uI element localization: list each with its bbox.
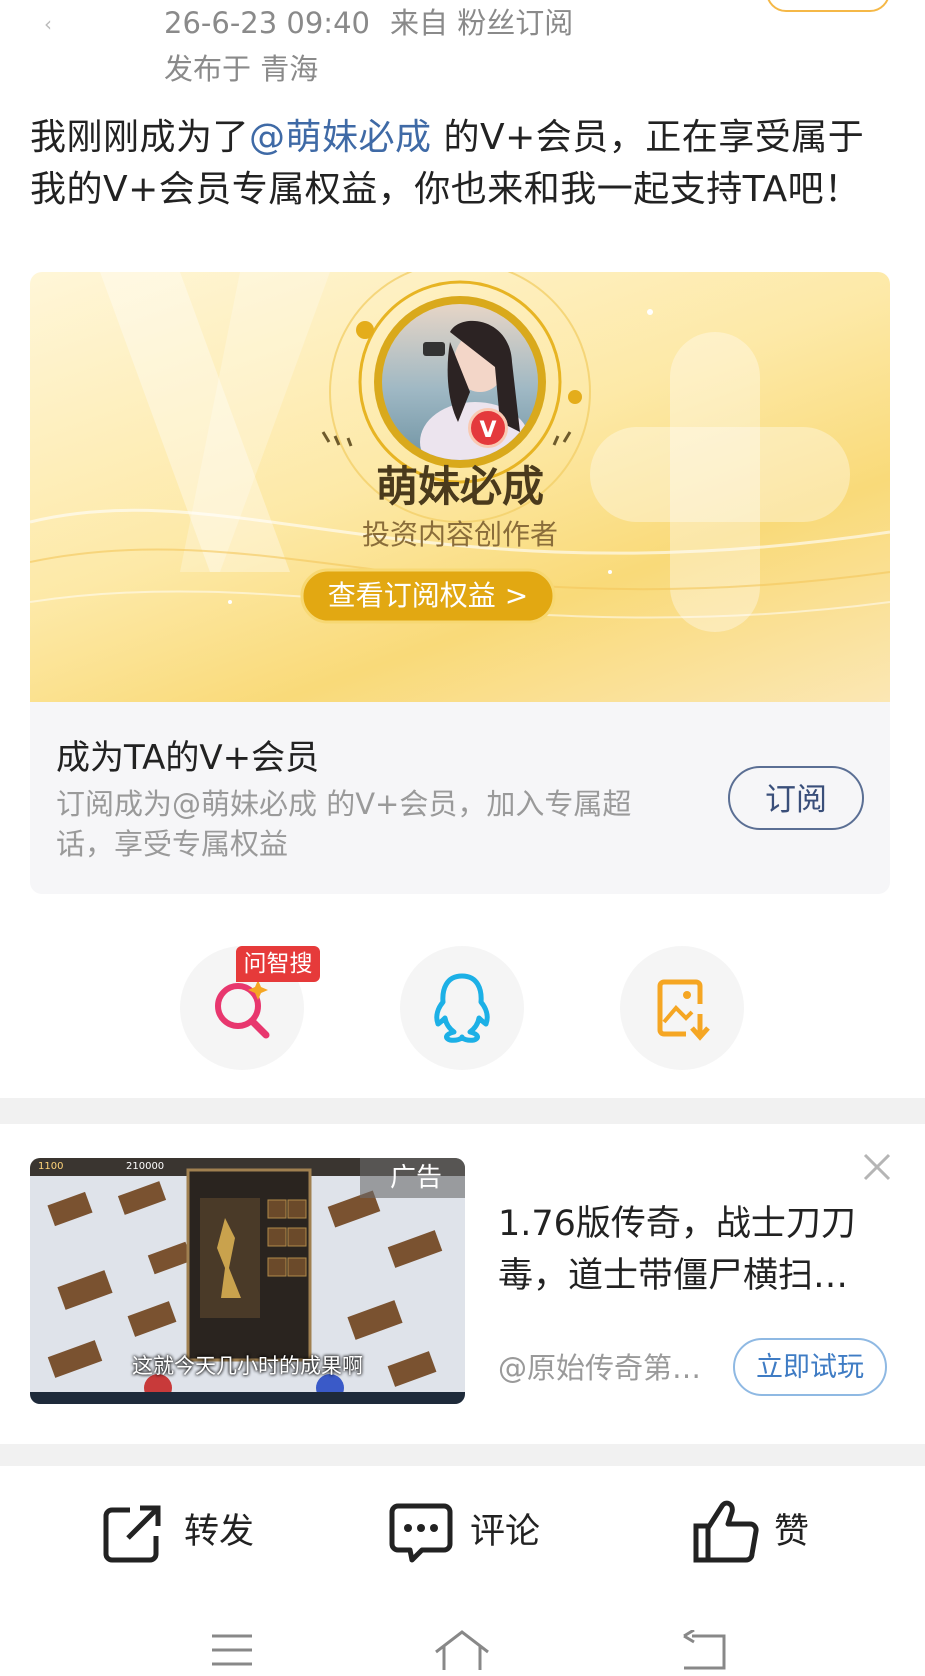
vip-card-banner[interactable]: V 萌妹必成 投资内容创作者 查看订阅权益 > [30, 272, 890, 702]
post-text-before: 我刚刚成为了 [30, 117, 250, 158]
post-mention-link[interactable]: @萌妹必成 [249, 117, 432, 158]
ad-caption: 这就今天几小时的成果啊 [132, 1354, 363, 1378]
ad-title[interactable]: 1.76版传奇，战士刀刀毒，道士带僵尸横扫… [498, 1198, 890, 1302]
repost-label: 转发 [184, 1512, 255, 1552]
ad-image[interactable]: 1100 210000 广告 这就今天几小时的成果啊 [30, 1158, 465, 1404]
vip-badge-icon: V [468, 408, 508, 448]
ad-hud-mid: 210000 [126, 1161, 165, 1172]
post-source: 来自 粉丝订阅 [389, 6, 574, 40]
ad-tag: 广告 [390, 1163, 443, 1193]
post-text: 我刚刚成为了@萌妹必成 的V+会员，正在享受属于我的V+会员专属权益，你也来和我… [30, 112, 895, 216]
comment-button[interactable]: 评论 [386, 1500, 586, 1566]
repost-button[interactable]: 转发 [100, 1500, 300, 1566]
back-icon[interactable]: ‹ [44, 14, 56, 34]
section-divider [0, 1098, 925, 1124]
home-icon[interactable] [432, 1626, 492, 1672]
qq-icon [434, 973, 490, 1043]
save-image-button[interactable] [620, 946, 744, 1070]
menu-icon[interactable] [210, 1630, 254, 1670]
share-qq-button[interactable] [400, 946, 524, 1070]
follow-button-edge[interactable] [766, 0, 890, 12]
share-arrow-icon [103, 1505, 161, 1563]
section-divider-2 [0, 1444, 925, 1466]
try-now-button[interactable]: 立即试玩 [733, 1338, 887, 1396]
save-image-icon [657, 979, 710, 1041]
comment-bubble-icon [389, 1503, 453, 1563]
creator-name: 萌妹必成 [375, 462, 544, 511]
back-nav-icon[interactable] [680, 1628, 728, 1670]
vip-panel-title: 成为TA的V+会员 [56, 738, 320, 778]
post-location: 发布于 青海 [164, 52, 319, 86]
thumbs-up-icon [693, 1500, 759, 1563]
post-meta: 26-6-23 09:40 来自 粉丝订阅 [164, 4, 573, 42]
post-date: 26-6-23 09:40 [164, 6, 370, 40]
subscribe-button[interactable]: 订阅 [728, 766, 864, 830]
ad-source[interactable]: @原始传奇第… [498, 1348, 701, 1388]
like-label: 赞 [774, 1512, 810, 1552]
chevron-right-icon: > [504, 579, 529, 612]
view-benefits-button[interactable]: 查看订阅权益 > [302, 570, 554, 622]
like-button[interactable]: 赞 [692, 1496, 832, 1566]
view-benefits-label: 查看订阅权益 [327, 579, 496, 612]
creator-role: 投资内容创作者 [361, 518, 558, 551]
ad-hud-left: 1100 [38, 1161, 64, 1172]
comment-label: 评论 [470, 1512, 541, 1552]
vip-panel-desc: 订阅成为@萌妹必成 的V+会员，加入专属超话，享受专属权益 [56, 787, 632, 861]
close-icon[interactable] [862, 1152, 892, 1182]
ask-search-badge: 问智搜 [236, 946, 320, 982]
